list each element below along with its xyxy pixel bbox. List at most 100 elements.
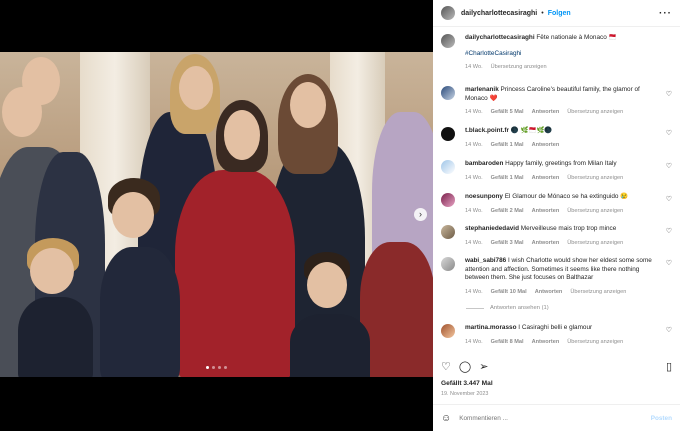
comment-likes[interactable]: Gefällt 10 Mal xyxy=(491,288,527,297)
comment-likes[interactable]: Gefällt 1 Mal xyxy=(491,174,524,183)
post-date: 19. November 2023 xyxy=(441,391,489,397)
comment-like-heart-icon[interactable]: ♡ xyxy=(666,227,672,235)
carousel-dot xyxy=(206,366,209,369)
add-comment-bar: ☺ Posten xyxy=(433,404,680,431)
comment-age: 14 Wo. xyxy=(465,338,483,345)
reply-button[interactable]: Antworten xyxy=(532,108,560,117)
view-replies-link[interactable]: Antworten ansehen (1) xyxy=(466,305,549,311)
comment-like-heart-icon[interactable]: ♡ xyxy=(666,195,672,203)
commenter-avatar[interactable] xyxy=(441,127,455,141)
caption-hashtag[interactable]: #CharlotteCasiraghi xyxy=(465,50,655,59)
comment-like-heart-icon[interactable]: ♡ xyxy=(666,259,672,267)
comment-icon[interactable]: ◯ xyxy=(459,360,471,373)
comment-username[interactable]: t.black.point.fr xyxy=(465,127,509,134)
child-figure xyxy=(100,247,180,377)
media-area: › xyxy=(0,0,433,431)
comment-input[interactable] xyxy=(459,414,610,422)
child-head xyxy=(307,262,347,308)
person-figure-red-suit xyxy=(175,170,295,377)
comment-username[interactable]: marlenanik xyxy=(465,86,499,93)
comment-likes[interactable]: Gefällt 8 Mal xyxy=(491,338,524,347)
comment-row: bambaroden Happy family, greetings from … xyxy=(433,160,680,182)
post-photo[interactable] xyxy=(0,52,433,377)
share-icon[interactable]: ➢ xyxy=(479,360,488,373)
comment-age: 14 Wo. xyxy=(465,141,483,148)
comment-text: 🌑 🌿🇲🇨🌿🌑 xyxy=(510,127,553,134)
comment-likes[interactable]: Gefällt 5 Mal xyxy=(491,108,524,117)
comment-like-heart-icon[interactable]: ♡ xyxy=(666,326,672,334)
comments-list[interactable]: dailycharlottecasiraghi Fête nationale à… xyxy=(433,30,680,350)
caption-text: Fête nationale à Monaco 🇲🇨 xyxy=(536,34,617,41)
more-options-icon[interactable]: ··· xyxy=(659,8,672,19)
child-figure xyxy=(290,314,370,377)
comment-text: I Casiraghi belli e glamour xyxy=(518,324,593,331)
commenter-avatar[interactable] xyxy=(441,193,455,207)
person-figure xyxy=(360,242,433,377)
comment-age: 14 Wo. xyxy=(465,109,483,116)
comment-like-heart-icon[interactable]: ♡ xyxy=(666,162,672,170)
comment-text: Happy family, greetings from Milan Italy xyxy=(505,160,617,167)
translate-link[interactable]: Übersetzung anzeigen xyxy=(570,288,626,297)
comment-likes[interactable]: Gefällt 2 Mal xyxy=(491,207,524,216)
reply-button[interactable]: Antworten xyxy=(532,207,560,216)
child-figure xyxy=(18,297,93,377)
reply-button[interactable]: Antworten xyxy=(532,338,560,347)
instagram-post-view: › dailycharlottecasiraghi • Folgen ··· d… xyxy=(0,0,680,431)
comment-row: t.black.point.fr 🌑 🌿🇲🇨🌿🌑 14 Wo. Gefällt 1… xyxy=(433,127,680,149)
post-comment-button[interactable]: Posten xyxy=(651,415,672,422)
caption-age: 14 Wo. xyxy=(465,64,483,71)
translate-link[interactable]: Übersetzung anzeigen xyxy=(567,239,623,248)
bookmark-icon[interactable]: ▯ xyxy=(666,360,672,373)
author-avatar[interactable] xyxy=(441,34,455,48)
translate-link[interactable]: Übersetzung anzeigen xyxy=(567,174,623,183)
author-avatar[interactable] xyxy=(441,6,455,20)
translate-link[interactable]: Übersetzung anzeigen xyxy=(567,108,623,117)
likes-count[interactable]: Gefällt 3.447 Mal xyxy=(441,380,493,387)
comment-username[interactable]: bambaroden xyxy=(465,160,503,167)
reply-button[interactable]: Antworten xyxy=(532,141,560,150)
commenter-avatar[interactable] xyxy=(441,160,455,174)
comment-text: El Glamour de Mónaco se ha extinguido 😢 xyxy=(504,193,629,200)
commenter-avatar[interactable] xyxy=(441,225,455,239)
person-head xyxy=(22,57,60,105)
post-side-panel: dailycharlottecasiraghi • Folgen ··· dai… xyxy=(433,0,680,431)
comment-like-heart-icon[interactable]: ♡ xyxy=(666,90,672,98)
commenter-avatar[interactable] xyxy=(441,324,455,338)
separator-dot: • xyxy=(541,9,544,17)
commenter-avatar[interactable] xyxy=(441,257,455,271)
comment-likes[interactable]: Gefällt 3 Mal xyxy=(491,239,524,248)
reply-button[interactable]: Antworten xyxy=(532,174,560,183)
comment-like-heart-icon[interactable]: ♡ xyxy=(666,129,672,137)
comment-username[interactable]: stephaniededavid xyxy=(465,225,519,232)
carousel-dots xyxy=(206,366,227,369)
replies-divider-line xyxy=(466,307,484,309)
comment-age: 14 Wo. xyxy=(465,207,483,214)
comment-row: wabi_sabi786 I wish Charlotte would show… xyxy=(433,257,680,296)
translate-link[interactable]: Übersetzung anzeigen xyxy=(567,338,623,347)
author-username[interactable]: dailycharlottecasiraghi xyxy=(461,10,537,17)
caption-username[interactable]: dailycharlottecasiraghi xyxy=(465,34,535,41)
comment-username[interactable]: wabi_sabi786 xyxy=(465,257,506,264)
carousel-dot xyxy=(224,366,227,369)
person-head xyxy=(224,110,260,160)
reply-button[interactable]: Antworten xyxy=(532,239,560,248)
next-image-button[interactable]: › xyxy=(414,208,427,221)
comment-text: Merveilleuse mais trop trop mince xyxy=(520,225,617,232)
view-replies-label[interactable]: Antworten ansehen (1) xyxy=(490,305,549,311)
translate-link[interactable]: Übersetzung anzeigen xyxy=(491,63,547,72)
caption-row: dailycharlottecasiraghi Fête nationale à… xyxy=(433,34,680,72)
translate-link[interactable]: Übersetzung anzeigen xyxy=(567,207,623,216)
follow-button[interactable]: Folgen xyxy=(548,10,571,17)
emoji-icon[interactable]: ☺ xyxy=(441,413,451,424)
post-actions-bar: ♡ ◯ ➢ ▯ xyxy=(433,356,680,376)
comment-row: stephaniededavid Merveilleuse mais trop … xyxy=(433,225,680,247)
commenter-avatar[interactable] xyxy=(441,86,455,100)
heart-icon[interactable]: ♡ xyxy=(441,360,451,373)
comment-username[interactable]: martina.morasso xyxy=(465,324,517,331)
comment-likes[interactable]: Gefällt 1 Mal xyxy=(491,141,524,150)
reply-button[interactable]: Antworten xyxy=(535,288,563,297)
carousel-dot xyxy=(218,366,221,369)
post-header: dailycharlottecasiraghi • Folgen ··· xyxy=(433,0,680,27)
comment-username[interactable]: noesunpony xyxy=(465,193,503,200)
child-head xyxy=(112,192,154,238)
